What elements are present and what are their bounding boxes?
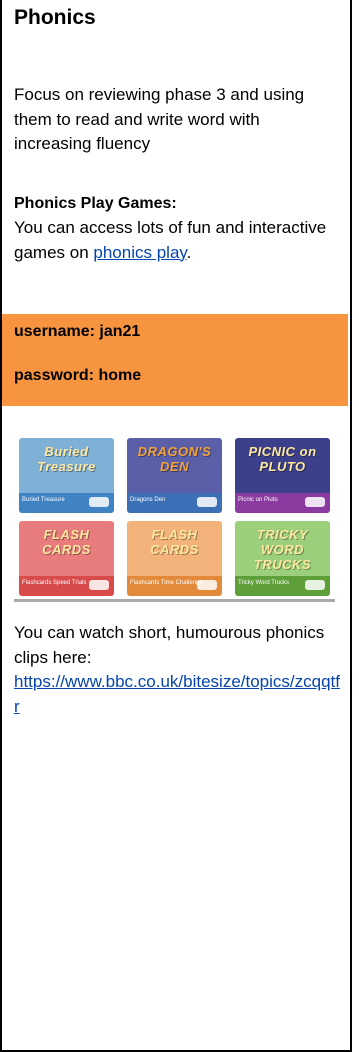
game-caption: Buried Treasure (19, 493, 114, 513)
play-badge (305, 497, 325, 507)
play-badge (197, 580, 217, 590)
play-badge (89, 497, 109, 507)
game-caption: Dragons Den (127, 493, 222, 513)
game-caption: Picnic on Pluto (235, 493, 330, 513)
games-heading: Phonics Play Games: (14, 195, 177, 212)
password-text: password: home (14, 367, 142, 384)
bbc-bitesize-link[interactable]: https://www.bbc.co.uk/bitesize/topics/zc… (14, 672, 340, 716)
game-caption: Flashcards Time Challenge (127, 576, 222, 596)
play-badge (197, 497, 217, 507)
username-text: username: jan21 (14, 323, 141, 340)
game-title: DRAGON'S DEN (137, 444, 212, 474)
game-tile[interactable]: FLASH CARDS Flashcards Time Challenge (127, 521, 222, 596)
game-title: PICNIC on PLUTO (248, 444, 317, 474)
game-tile[interactable]: Buried Treasure Buried Treasure (19, 438, 114, 513)
games-screenshot: Buried Treasure Buried Treasure DRAGON'S D… (14, 426, 335, 602)
game-art: Buried Treasure (19, 438, 114, 493)
clips-paragraph: You can watch short, humourous phonics c… (14, 621, 344, 719)
game-art: FLASH CARDS (19, 521, 114, 576)
clips-text: You can watch short, humourous phonics c… (14, 623, 325, 667)
game-art: FLASH CARDS (127, 521, 222, 576)
game-tile[interactable]: DRAGON'S DEN Dragons Den (127, 438, 222, 513)
game-caption: Tricky Word Trucks (235, 576, 330, 596)
game-title: TRICKY WORD TRUCKS (253, 527, 312, 572)
phonics-play-link[interactable]: phonics play (93, 243, 186, 262)
games-paragraph: You can access lots of fun and interacti… (14, 216, 339, 265)
game-art: PICNIC on PLUTO (235, 438, 330, 493)
game-title: FLASH CARDS (150, 527, 199, 557)
page-heading: Phonics (14, 6, 96, 29)
games-text-end: . (186, 242, 192, 262)
intro-paragraph: Focus on reviewing phase 3 and using the… (14, 85, 305, 153)
screenshot-topbar (14, 426, 335, 436)
game-art: DRAGON'S DEN (127, 438, 222, 493)
game-tile[interactable]: PICNIC on PLUTO Picnic on Pluto (235, 438, 330, 513)
game-tile[interactable]: FLASH CARDS Flashcards Speed Trials (19, 521, 114, 596)
game-tile[interactable]: TRICKY WORD TRUCKS Tricky Word Trucks (235, 521, 330, 596)
play-badge (89, 580, 109, 590)
game-caption: Flashcards Speed Trials (19, 576, 114, 596)
play-badge (305, 580, 325, 590)
game-title: FLASH CARDS (42, 527, 91, 557)
game-art: TRICKY WORD TRUCKS (235, 521, 330, 576)
game-title: Buried Treasure (37, 444, 96, 474)
